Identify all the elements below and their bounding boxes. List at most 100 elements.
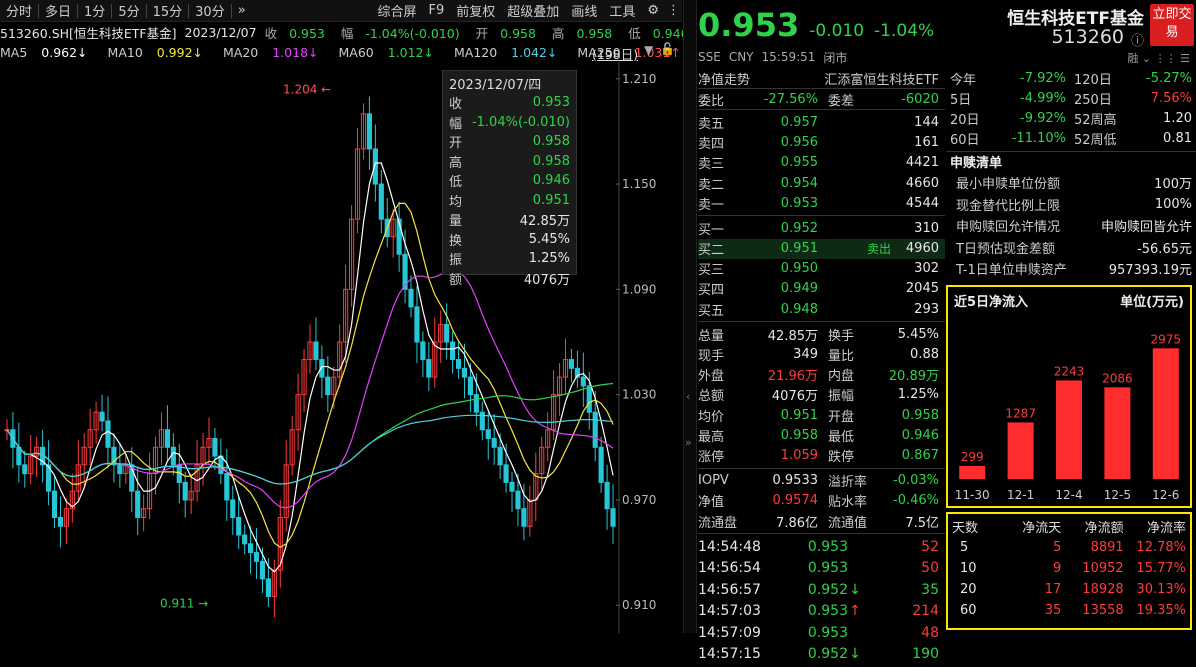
stat-value2: 0.958 xyxy=(901,407,939,423)
tooltip-key: 换 xyxy=(449,233,463,249)
perf-key: 20日 xyxy=(950,112,980,128)
ma-bar: MA5 0.962↓ MA10 0.992↓ MA20 1.018↓ MA60 1.0… xyxy=(0,42,682,62)
ask-label: 卖四 xyxy=(698,137,725,153)
toolbar-item-1[interactable]: 多日 xyxy=(39,1,77,20)
flow-bar-label: 299 xyxy=(961,450,984,464)
bid-row[interactable]: 买二 0.951 卖出 4960 xyxy=(698,238,945,259)
toolbar-item-0[interactable]: 分时 xyxy=(0,1,38,20)
redeem-row: 申购赎回允许情况 申购赎回皆允许 xyxy=(956,215,1192,237)
perf-key: 5日 xyxy=(950,92,972,108)
toolbar-right-item-2[interactable]: 前复权 xyxy=(450,1,501,20)
tick-arrow-icon: ↓ xyxy=(849,581,861,598)
stat-value: 0.951 xyxy=(780,407,818,423)
flow-table-cell: 5 xyxy=(960,540,969,555)
tick-arrow-icon: ↓ xyxy=(849,646,861,663)
toolbar-right-item-0[interactable]: 综合屏 xyxy=(372,1,423,20)
market-status: 闭市 xyxy=(823,50,848,65)
info-icon[interactable]: ⓘ xyxy=(1131,30,1144,49)
candle-body xyxy=(521,508,527,527)
redeem-key: 现金替代比例上限 xyxy=(956,198,1061,214)
panel-collapse-bar[interactable]: ‹ » xyxy=(683,0,697,633)
candle-body xyxy=(51,490,58,518)
ask-label: 卖二 xyxy=(698,177,725,193)
candle-body xyxy=(509,481,515,492)
tooltip-value: -1.04%(-0.010) xyxy=(471,114,570,130)
stat-key: 现手 xyxy=(698,349,725,365)
redeem-value: 100% xyxy=(1154,196,1192,212)
tooltip-key: 开 xyxy=(449,136,463,152)
iopv-key: IOPV xyxy=(698,473,729,489)
dropdown-icon[interactable]: ▼ xyxy=(644,43,653,57)
redeem-key: T-1日单位申赎资产 xyxy=(956,263,1067,279)
toolbar-item-3[interactable]: 5分 xyxy=(112,1,145,20)
flow-table-head-cell: 净流天 xyxy=(1022,521,1062,536)
toolbar-right-item-4[interactable]: 画线 xyxy=(565,1,603,20)
flow-table-cell: 10 xyxy=(960,561,977,576)
candle-body xyxy=(450,341,456,361)
redeem-title: 申赎清单 xyxy=(950,156,1003,172)
flow-table-cell: 9 xyxy=(1053,561,1062,576)
price-change: -0.010 xyxy=(809,21,865,41)
expand-right-icon[interactable]: » xyxy=(685,436,692,449)
toolbar-right-item-1[interactable]: F9 xyxy=(423,3,451,18)
stat-row: 涨停 1.059 跌停 0.867 xyxy=(698,445,945,465)
lock-icon[interactable]: 🔓 xyxy=(660,42,675,56)
bar-date: 2023/12/07 xyxy=(184,24,257,40)
tooltip-key: 幅 xyxy=(449,116,463,132)
tooltip-value: 0.951 xyxy=(532,192,570,208)
toolbar-item-5[interactable]: 30分 xyxy=(189,1,231,20)
candle-body xyxy=(378,183,384,220)
trade-now-button[interactable]: 立即交易 xyxy=(1150,4,1194,46)
currency: CNY xyxy=(728,50,754,64)
toolbar-item-2[interactable]: 1分 xyxy=(78,1,111,20)
ask-row[interactable]: 卖三 0.955 4421 xyxy=(698,153,945,173)
panel-tools[interactable]: 融 ⌄ ⋮⋮ ☰ xyxy=(946,50,1196,68)
tick-volume: 52 xyxy=(921,538,939,555)
ask-row[interactable]: 卖一 0.953 4544 xyxy=(698,193,945,213)
redeem-value: 957393.19元 xyxy=(1108,263,1192,279)
kline-chart[interactable]: 1.210 1.150 1.090 1.030 0.970 0.910 1.204 ← 0.9… xyxy=(0,62,683,633)
toolbar-right-item-5[interactable]: 工具 xyxy=(603,1,641,20)
candle-body xyxy=(170,446,176,466)
tooltip-key: 额 xyxy=(449,272,463,288)
tooltip-key: 高 xyxy=(449,155,463,171)
ask-row[interactable]: 卖五 0.957 144 xyxy=(698,112,945,132)
y-tick-label: 0.970 xyxy=(622,493,656,507)
toolbar-item-4[interactable]: 15分 xyxy=(147,1,189,20)
quote-panel: 0.953 -0.010 -1.04% SSE CNY 15:59:51 闭市 … xyxy=(698,0,945,662)
flow-table-row: 5 5 8891 12.78% xyxy=(952,537,1186,558)
nav-trend-link[interactable]: 净值走势 xyxy=(698,69,750,88)
collapse-left-icon[interactable]: ‹ xyxy=(686,390,690,403)
bid-row[interactable]: 买四 0.949 2045 xyxy=(698,279,945,299)
ma-ma120: MA120 1.042↓ xyxy=(454,45,567,60)
high-value: 0.958 xyxy=(576,25,613,41)
tick-row: 14:57:03 0.953 ↑ 214 xyxy=(698,601,945,623)
fund-info-panel: 恒生科技ETF基金 513260 ⓘ 立即交易 融 ⌄ ⋮⋮ ☰ 今年 -7.92… xyxy=(946,0,1196,633)
iopv-value: 0.9533 xyxy=(772,473,819,489)
perf-key: 今年 xyxy=(950,72,977,88)
candle-body xyxy=(99,411,105,422)
toolbar-item-6[interactable]: » xyxy=(232,3,252,18)
tooltip-key: 振 xyxy=(449,253,463,269)
redeem-row: T-1日单位申赎资产 957393.19元 xyxy=(956,258,1192,280)
ma-value: 1.042↓ xyxy=(511,44,558,60)
close-label: 收 xyxy=(264,25,278,41)
bid-row[interactable]: 买三 0.950 302 xyxy=(698,259,945,279)
stat-key2: 跌停 xyxy=(828,449,855,465)
tooltip-value: 0.958 xyxy=(532,134,570,150)
bid-row[interactable]: 买一 0.952 310 xyxy=(698,218,945,238)
ask-row[interactable]: 卖四 0.956 161 xyxy=(698,133,945,153)
low-marker: 0.911 → xyxy=(160,596,208,610)
ask-price: 0.953 xyxy=(780,195,818,211)
stat-key: 均价 xyxy=(698,409,725,425)
more-icon[interactable]: ⋮ xyxy=(665,3,682,18)
ma-value: 1.012↓ xyxy=(387,44,434,60)
tooltip-key: 量 xyxy=(449,214,463,230)
ask-row[interactable]: 卖二 0.954 4660 xyxy=(698,173,945,193)
settings-icon[interactable]: ⚙ xyxy=(641,3,665,18)
flow-table-row: 20 17 18928 30.13% xyxy=(952,579,1186,600)
bid-row[interactable]: 买五 0.948 293 xyxy=(698,299,945,319)
period-count[interactable]: (198日) xyxy=(592,44,638,63)
toolbar-right-item-3[interactable]: 超级叠加 xyxy=(501,1,565,20)
candle-body xyxy=(22,464,28,475)
